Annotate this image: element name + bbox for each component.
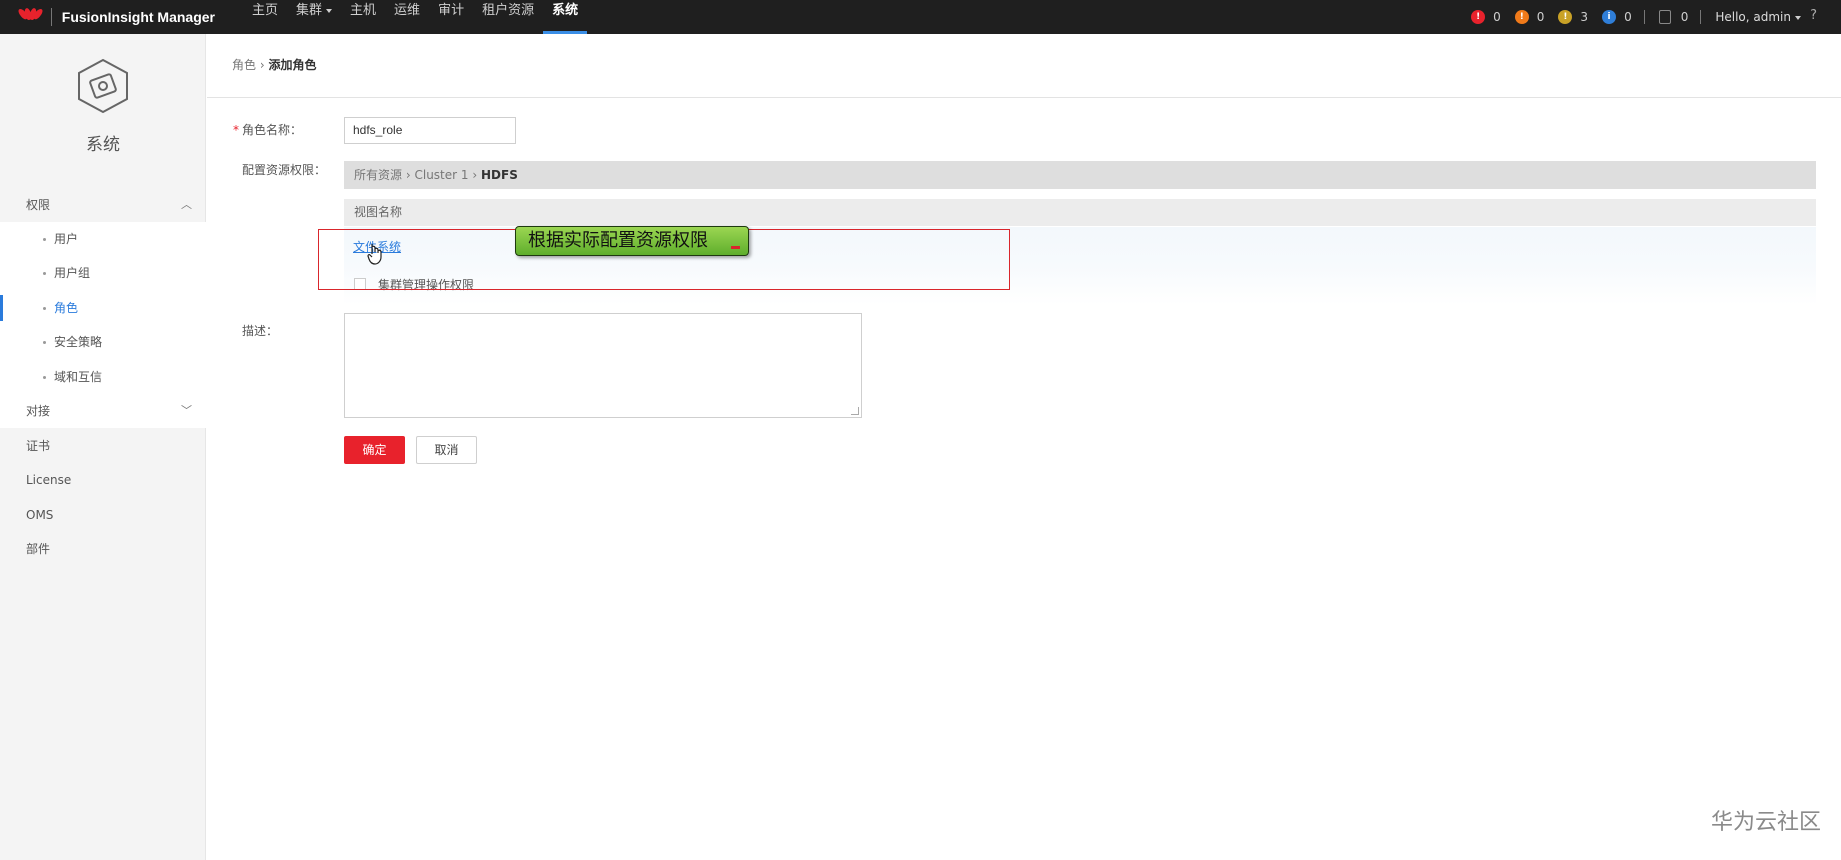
major-alarm-icon: ! [1514,10,1529,24]
sidebar-item-user[interactable]: 用户 [0,223,206,255]
breadcrumb-current: 添加角色 [268,58,317,72]
sidebar-item-usergroup[interactable]: 用户组 [0,257,206,289]
nav-audit[interactable]: 审计 [429,0,473,34]
warning-alarm-icon: i [1602,10,1617,24]
system-settings-icon [78,58,128,114]
nav-hosts[interactable]: 主机 [341,0,385,34]
watermark: 华为云社区 [1710,810,1821,835]
sidebar-item-oms[interactable]: OMS [0,499,206,531]
nav-home[interactable]: 主页 [243,0,287,34]
alarm-major[interactable]: ! 0 [1514,10,1544,24]
top-divider-2 [1700,10,1702,24]
sidebar-item-components[interactable]: 部件 [0,533,206,565]
required-marker: * [233,123,239,137]
sidebar-item-domain-trust[interactable]: 域和互信 [0,361,206,393]
resource-permission-label: 配置资源权限： [242,163,327,177]
header-divider [207,97,1841,98]
sidebar-title: 系统 [86,135,120,155]
alarm-critical[interactable]: ! 0 [1471,10,1501,24]
nav-cluster[interactable]: 集群 [287,0,341,34]
hand-cursor-icon [367,244,382,265]
resize-grip-icon[interactable] [851,407,859,415]
resource-path-root[interactable]: 所有资源 [354,168,402,182]
cancel-button[interactable]: 取消 [416,436,477,464]
main-nav: 主页 集群 主机 运维 审计 租户资源 系统 [243,0,588,34]
breadcrumb-roles[interactable]: 角色 [232,58,256,72]
sidebar-item-certificate[interactable]: 证书 [0,430,206,462]
description-label: 描述： [242,324,279,338]
critical-alarm-icon: ! [1471,10,1486,24]
task-count[interactable]: 0 [1658,10,1688,24]
role-name-input[interactable]: hdfs_role [344,117,516,144]
breadcrumb: 角色 › 添加角色 [232,58,317,72]
view-name-header: 视图名称 [344,199,1816,226]
sidebar-item-license[interactable]: License [0,464,206,496]
sidebar: 系统 权限 ︿ 用户 用户组 角色 安全策略 域和互信 对接 ﹀ 证书 Lice… [0,34,206,860]
resource-path-cluster[interactable]: Cluster 1 [414,168,468,182]
sidebar-group-permission[interactable]: 权限 ︿ [0,189,206,221]
nav-tenant[interactable]: 租户资源 [473,0,543,34]
annotation-callout: 根据实际配置资源权限 [515,226,749,256]
chevron-down-icon [1795,15,1801,20]
sidebar-item-role[interactable]: 角色 [0,292,206,324]
logo-divider [50,8,52,26]
chevron-down-icon [326,8,333,13]
help-icon[interactable]: ? [1810,8,1817,23]
sidebar-group-integration[interactable]: 对接 ﹀ [0,395,206,427]
resource-path-breadcrumb: 所有资源 › Cluster 1 › HDFS [344,161,1816,189]
alarm-warning[interactable]: i 0 [1602,10,1632,24]
top-divider [1643,10,1645,24]
chevron-down-icon: ﹀ [181,404,192,417]
role-name-label: * 角色名称： [233,123,303,137]
chevron-up-icon: ︿ [181,198,192,211]
sidebar-item-security-policy[interactable]: 安全策略 [0,326,206,358]
user-menu[interactable]: Hello, admin [1715,10,1801,24]
alarm-minor[interactable]: ! 3 [1558,10,1588,24]
alarm-summary: ! 0 ! 0 ! 3 i 0 0 Hello, admin [1457,0,1801,34]
app-logo[interactable]: FusionInsight Manager [16,6,215,28]
huawei-logo-icon [16,6,45,28]
top-bar: FusionInsight Manager 主页 集群 主机 运维 审计 租户资… [0,0,1841,34]
resource-path-service: HDFS [481,168,518,182]
description-textarea[interactable] [344,313,862,418]
nav-ops[interactable]: 运维 [385,0,429,34]
app-title: FusionInsight Manager [61,9,215,25]
nav-system[interactable]: 系统 [543,0,588,34]
minor-alarm-icon: ! [1558,10,1573,24]
ok-button[interactable]: 确定 [344,436,405,464]
task-icon [1658,10,1671,24]
